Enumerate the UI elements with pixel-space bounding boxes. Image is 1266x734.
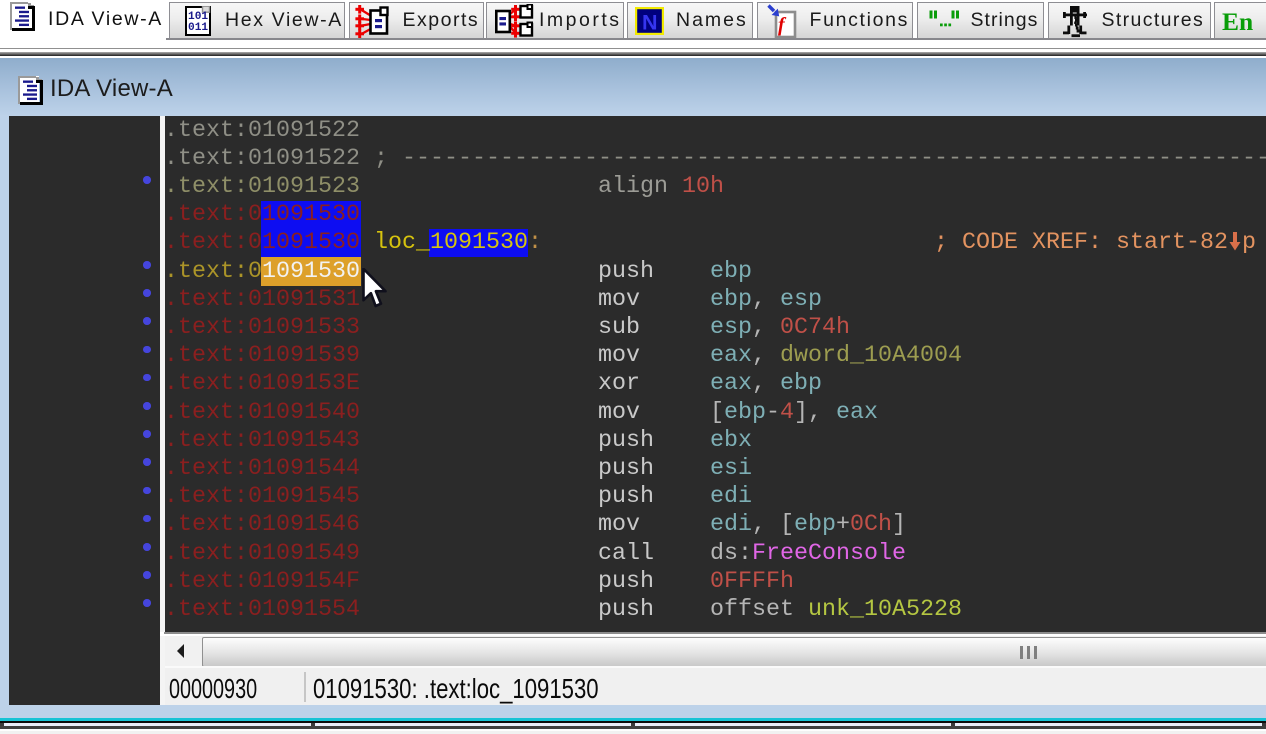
svg-text:En: En: [1222, 8, 1253, 36]
svg-text:N: N: [642, 11, 658, 35]
svg-text:011: 011: [188, 22, 208, 34]
